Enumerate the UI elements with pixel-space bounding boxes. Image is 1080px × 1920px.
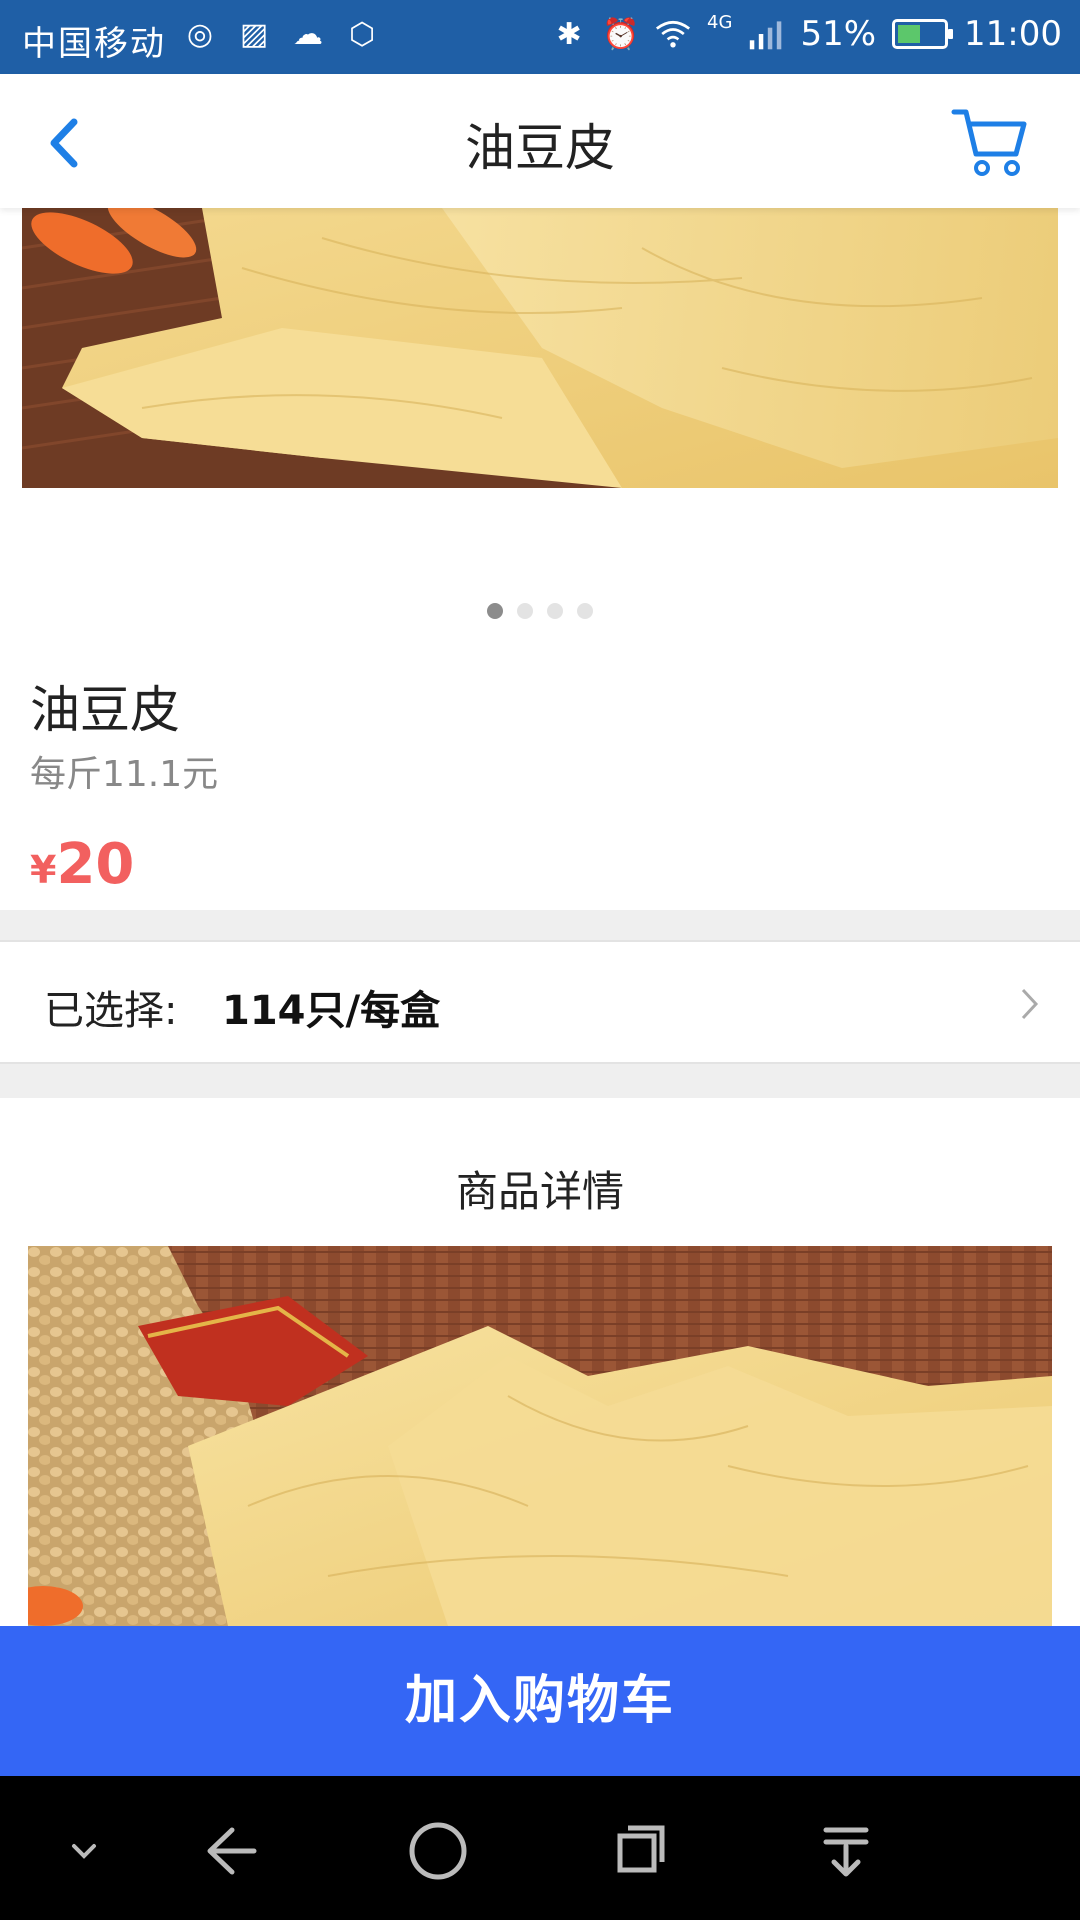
- weather-icon: ☁: [293, 16, 323, 52]
- chevron-right-icon: [1020, 986, 1040, 1031]
- bluetooth-icon: ✱: [556, 16, 582, 52]
- system-navigation-bar: [0, 1776, 1080, 1920]
- back-triangle-icon: [207, 1827, 257, 1875]
- notification-pull-button[interactable]: [806, 1816, 886, 1886]
- collapse-nav-button[interactable]: [44, 1816, 124, 1886]
- carousel-indicator[interactable]: [0, 603, 1080, 619]
- battery-percent: 51%: [800, 14, 877, 54]
- carousel-dot[interactable]: [487, 603, 503, 619]
- spec-selection-label: 已选择:: [44, 988, 178, 1034]
- cart-button[interactable]: [950, 102, 1030, 182]
- wifi-icon: [655, 14, 691, 54]
- shield-icon: ⬡: [348, 16, 376, 52]
- add-to-cart-button[interactable]: 加入购物车: [0, 1626, 1080, 1776]
- status-icons-left: ◎ ▨ ☁ ⬡: [182, 14, 380, 54]
- product-image-carousel[interactable]: [22, 208, 1058, 488]
- battery-fill: [898, 25, 921, 43]
- carrier-name: 中国移动: [22, 24, 166, 64]
- status-bar: 中国移动 ◎ ▨ ☁ ⬡ ✱ ⏰ 4G 51% 11:00: [0, 0, 1080, 74]
- chevron-down-icon: [72, 1844, 96, 1859]
- product-name: 油豆皮: [30, 681, 180, 739]
- image-icon: ▨: [239, 16, 269, 52]
- carousel-dot[interactable]: [517, 603, 533, 619]
- section-divider: [0, 910, 1080, 940]
- currency-symbol: ¥: [30, 848, 57, 892]
- home-circle-icon: [409, 1822, 467, 1880]
- status-icons-right: ✱ ⏰ 4G 51% 11:00: [551, 11, 1062, 55]
- price-value: 20: [56, 832, 135, 897]
- carousel-dot[interactable]: [577, 603, 593, 619]
- shopping-cart-icon: [951, 109, 1027, 176]
- detail-image: [28, 1246, 1052, 1626]
- spec-selection-value: 114只/每盒: [222, 988, 441, 1034]
- section-divider: [0, 1064, 1080, 1098]
- pull-down-icon: [823, 1827, 869, 1877]
- battery-icon: [892, 19, 954, 49]
- home-button[interactable]: [398, 1816, 478, 1886]
- page-title: 油豆皮: [465, 119, 615, 177]
- recent-apps-icon: [617, 1825, 665, 1873]
- product-unit-price: 每斤11.1元: [30, 754, 219, 795]
- recent-apps-button[interactable]: [600, 1816, 680, 1886]
- navigation-bar: 油豆皮: [0, 74, 1080, 208]
- network-type: 4G: [707, 11, 733, 33]
- product-price: ¥20: [30, 832, 134, 897]
- hotspot-icon: ◎: [186, 16, 214, 52]
- system-back-button[interactable]: [196, 1816, 276, 1886]
- carousel-dot[interactable]: [547, 603, 563, 619]
- details-title: 商品详情: [455, 1167, 624, 1216]
- product-image: [22, 208, 1058, 488]
- clock: 11:00: [964, 14, 1062, 54]
- signal-icon: [748, 14, 784, 54]
- alarm-icon: ⏰: [602, 16, 640, 52]
- spec-selection-row[interactable]: 已选择: 114只/每盒: [0, 940, 1080, 1064]
